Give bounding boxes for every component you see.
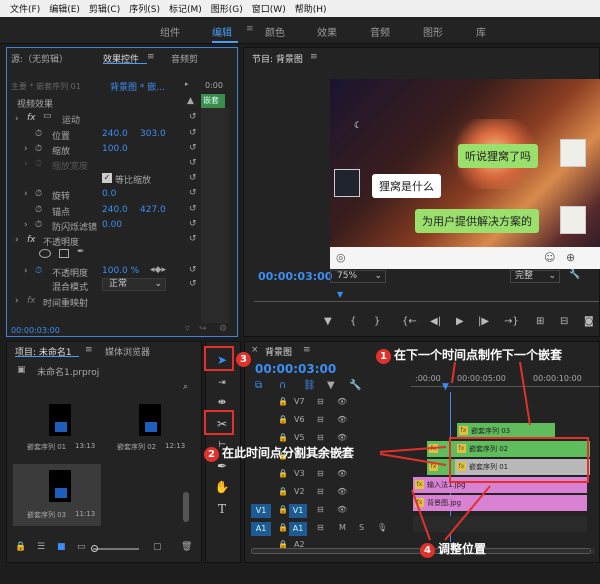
arrow-4a bbox=[411, 489, 431, 541]
arrow-1a bbox=[451, 361, 456, 384]
arrow-group bbox=[379, 361, 531, 541]
arrow-2a bbox=[379, 446, 447, 453]
annotation-arrows bbox=[379, 361, 531, 541]
arrow-1b bbox=[519, 361, 531, 426]
arrow-4b bbox=[444, 485, 491, 541]
arrow-2b bbox=[379, 453, 447, 466]
